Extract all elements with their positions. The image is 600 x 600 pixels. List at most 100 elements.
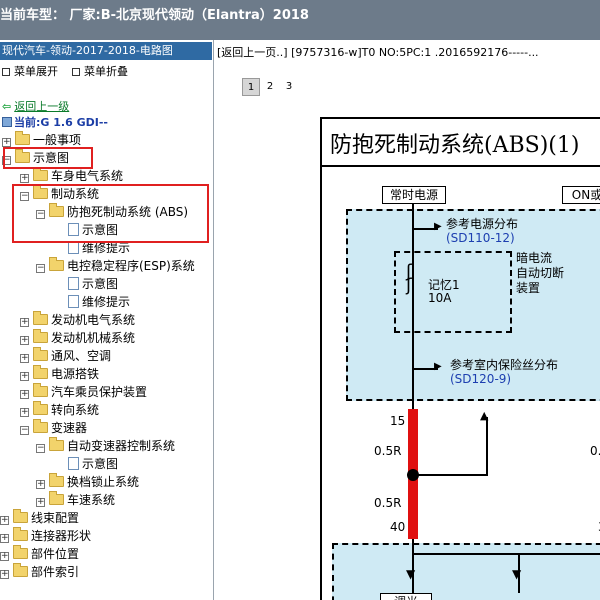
expand-toggle-icon[interactable]: + [20,354,29,363]
expand-toggle-icon[interactable]: + [20,372,29,381]
tree-item-component-location[interactable]: + 部件位置 [0,545,79,563]
folder-icon [33,167,48,181]
module-bus-wire [412,553,600,555]
document-icon [68,277,79,290]
expand-toggle-icon[interactable]: + [20,408,29,417]
folder-icon [33,311,48,325]
expand-toggle-icon[interactable]: + [20,174,29,183]
pin-number: 15 [390,414,406,428]
wire-spec: 0.5R [374,496,402,510]
page-2-button[interactable]: 2 [261,78,279,96]
expand-icon [2,68,10,76]
tree-item-steering[interactable]: + 转向系统 [20,401,99,419]
folder-open-icon [33,419,48,433]
pin-number: 40 [390,520,406,534]
branch-wire [486,417,488,476]
module-region [332,543,600,600]
folder-icon [33,329,48,343]
folder-open-icon [49,437,64,451]
expand-toggle-icon[interactable]: + [0,534,9,543]
tree-header: 现代汽车-领动-2017-2018-电路图 [0,42,212,60]
tree-item-esp[interactable]: − 电控稳定程序(ESP)系统 [36,257,195,275]
tree-item-body-electrical[interactable]: + 车身电气系统 [20,167,123,185]
device-label: 装置 [516,281,541,295]
folder-icon [13,563,28,577]
tree-item-transmission[interactable]: − 变速器 [20,419,87,437]
collapse-menu-button[interactable]: 菜单折叠 [72,62,128,82]
arrow-down-icon: ▼ [512,567,522,581]
constant-power-label: 常时电源 [382,186,446,204]
folder-icon [49,473,64,487]
tree-item-shift-lock[interactable]: + 换档锁止系统 [36,473,139,491]
folder-icon [33,365,48,379]
tree-item-occupant-protection[interactable]: + 汽车乘员保护装置 [20,383,147,401]
folder-icon [13,527,28,541]
dimmer-label: 调光 [380,593,432,600]
tree-item-component-index[interactable]: + 部件索引 [0,563,79,581]
page-3-button[interactable]: 3 [280,78,298,96]
arrow-right-icon: ▶ [434,221,442,232]
arrow-down-icon: ▼ [406,567,416,581]
wire-spec-right: 0.3 [590,444,600,458]
collapse-toggle-icon[interactable]: − [36,444,45,453]
tree-item-harness-layout[interactable]: + 线束配置 [0,509,79,527]
tree-item-vehicle-speed[interactable]: + 车速系统 [36,491,115,509]
expand-toggle-icon[interactable]: + [0,570,9,579]
collapse-toggle-icon[interactable]: − [20,426,29,435]
folder-icon [33,401,48,415]
folder-icon [13,545,28,559]
branch-wire [418,474,488,476]
left-navigation-panel: 现代汽车-领动-2017-2018-电路图 菜单展开 菜单折叠 ⇦ 返回上一级 当… [0,40,214,600]
folder-open-icon [49,257,64,271]
power-distribution-code[interactable]: (SD110-12) [446,231,515,245]
fuse-rating: 10A [428,291,452,305]
tree-item-esp-schematic[interactable]: 示意图 [68,275,118,293]
back-link[interactable]: ⇦ 返回上一级 [2,98,69,114]
expand-toggle-icon[interactable]: + [2,138,11,147]
viewer-header: [返回上一页..] [9757316-w]T0 NO:5PC:1 .201659… [217,46,539,59]
tree-item-power-ground[interactable]: + 电源搭铁 [20,365,99,383]
wire-spec: 0.5R [374,444,402,458]
computer-icon [2,117,12,127]
window-title: 当前车型： 厂家:B-北京现代领动（Elantra）2018 [0,8,309,23]
folder-icon [15,131,30,145]
tree-item-at-schematic[interactable]: 示意图 [68,455,118,473]
interior-fuse-code[interactable]: (SD120-9) [450,372,511,386]
expand-toggle-icon[interactable]: + [36,480,45,489]
tree-item-engine-mechanical[interactable]: + 发动机机械系统 [20,329,135,347]
expand-toggle-icon[interactable]: + [0,516,9,525]
expand-toggle-icon[interactable]: + [36,498,45,507]
collapse-icon [72,68,80,76]
folder-icon [33,347,48,361]
highlight-box [3,147,93,169]
document-icon [68,295,79,308]
expand-toggle-icon[interactable]: + [0,552,9,561]
power-distribution-ref[interactable]: 参考电源分布 [446,215,518,232]
ignition-power-label: ON或 [562,186,600,204]
expand-toggle-icon[interactable]: + [20,318,29,327]
collapse-toggle-icon[interactable]: − [36,264,45,273]
fuse-icon: ʃʃ [406,261,413,296]
circuit-diagram: 防抱死制动系统(ABS)(1) 常时电源 ON或 暗电流 自动切断 装置 ▶ 参… [320,117,600,600]
tree-item-auto-transmission[interactable]: − 自动变速器控制系统 [36,437,175,455]
current-model: 当前:G 1.6 GDI-- [2,114,108,130]
arrow-right-icon: ▶ [434,361,442,372]
expand-toggle-icon[interactable]: + [20,390,29,399]
tree-item-engine-electrical[interactable]: + 发动机电气系统 [20,311,135,329]
folder-icon [13,509,28,523]
back-arrow-icon: ⇦ [2,100,12,113]
page-1-button[interactable]: 1 [242,78,260,96]
expand-toggle-icon[interactable]: + [20,336,29,345]
diagram-title: 防抱死制动系统(ABS)(1) [330,133,580,158]
tree-item-connector-shapes[interactable]: + 连接器形状 [0,527,91,545]
title-divider [322,165,600,167]
folder-icon [49,491,64,505]
tree-item-esp-service-tips[interactable]: 维修提示 [68,293,130,311]
folder-icon [33,383,48,397]
expand-menu-button[interactable]: 菜单展开 [2,62,58,82]
window-title-bar: 当前车型： 厂家:B-北京现代领动（Elantra）2018 [0,0,600,40]
tree-item-hvac[interactable]: + 通风、空调 [20,347,111,365]
tree-toolbar: 菜单展开 菜单折叠 [0,62,212,82]
arrow-up-icon: ▲ [480,409,489,422]
interior-fuse-ref[interactable]: 参考室内保险丝分布 [450,356,558,373]
